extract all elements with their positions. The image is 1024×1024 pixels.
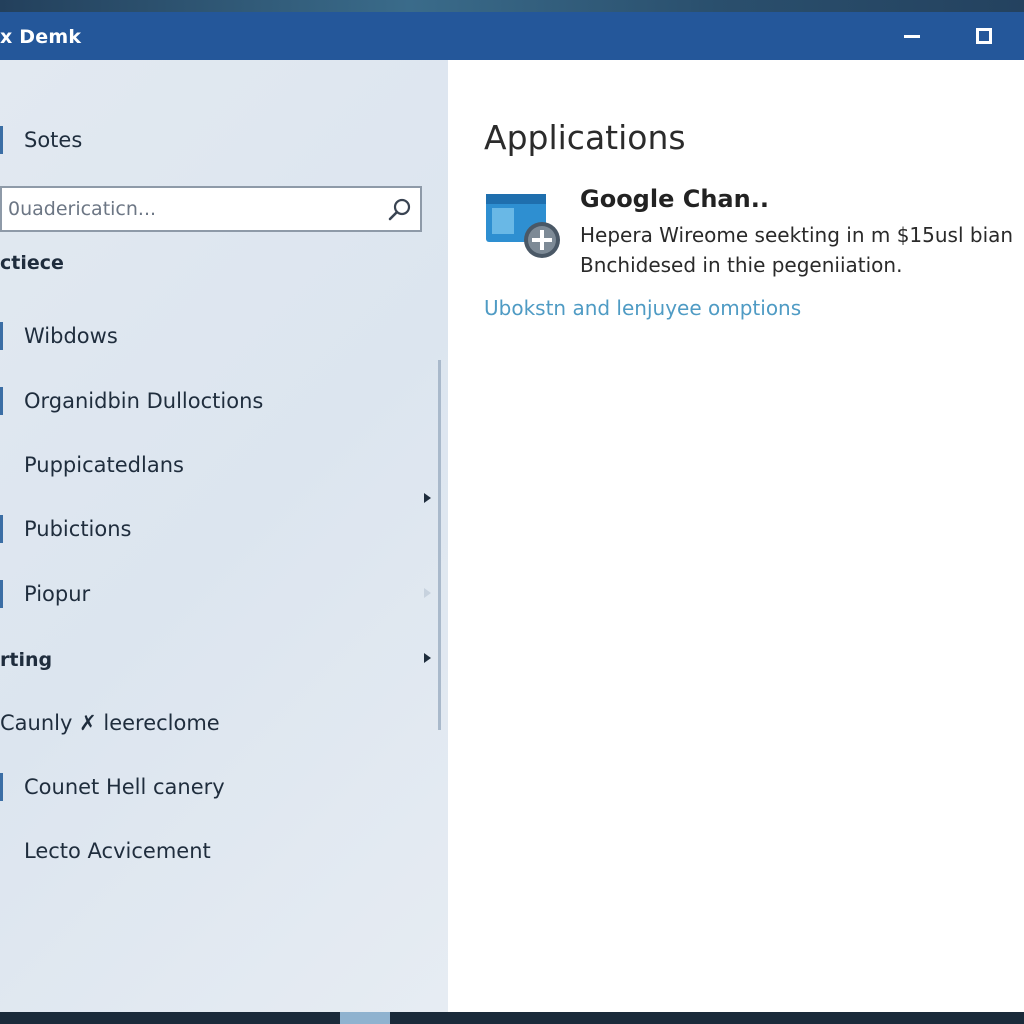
sidebar-item-label: Lecto Acvicement [24, 839, 211, 863]
sidebar-item-country[interactable]: Caunly ✗ leereclome [0, 703, 420, 743]
chevron-right-icon[interactable] [424, 653, 431, 663]
item-marker [0, 773, 3, 801]
taskbar-indicator [340, 1012, 390, 1024]
sidebar-item-popular[interactable]: Piopur [0, 574, 420, 614]
chevron-right-icon [424, 588, 431, 598]
title-bar: x Demk [0, 12, 1024, 60]
maximize-icon [976, 28, 992, 44]
sidebar: Sotes ctiece Wibdows Organidbin Dullocti… [0, 60, 448, 1012]
minimize-button[interactable] [894, 20, 930, 52]
sidebar-item-label: Piopur [24, 582, 91, 606]
section-header-1: ctiece [0, 248, 420, 278]
sidebar-item-label: Pubictions [24, 517, 132, 541]
minimize-icon [904, 34, 920, 38]
sidebar-item-counet[interactable]: Counet Hell canery [0, 767, 420, 807]
app-add-icon[interactable] [484, 190, 564, 262]
sidebar-item-applications[interactable]: Puppicatedlans [0, 445, 420, 485]
search-icon[interactable] [386, 196, 414, 224]
maximize-button[interactable] [966, 20, 1002, 52]
section-header-2: rting [0, 645, 420, 675]
sidebar-item-organization[interactable]: Organidbin Dulloctions [0, 381, 420, 421]
item-marker [0, 387, 3, 415]
section-header-label: rting [0, 649, 53, 671]
sidebar-item-publications[interactable]: Pubictions [0, 509, 420, 549]
item-marker [0, 515, 3, 543]
selection-marker [0, 126, 3, 154]
section-header-label: ctiece [0, 252, 64, 274]
content-pane: Applications Google Chan.. Hepera Wireom… [448, 60, 1024, 1012]
search-box[interactable] [0, 186, 422, 232]
taskbar-strip [0, 1012, 1024, 1024]
desktop-top-strip [0, 0, 1024, 12]
item-marker [0, 580, 3, 608]
settings-window: x Demk Sotes ctiece Wibdows [0, 12, 1024, 1012]
window-title: x Demk [0, 26, 82, 48]
page-title: Applications [484, 118, 686, 157]
sidebar-item-lecto[interactable]: Lecto Acvicement [0, 831, 420, 871]
search-input[interactable] [8, 195, 378, 223]
sidebar-item-windows[interactable]: Wibdows [0, 316, 420, 356]
item-marker [0, 322, 3, 350]
sidebar-scrollbar[interactable] [438, 360, 441, 730]
app-description: Hepera Wireome seekting in m $15usl bian… [580, 223, 1014, 277]
sidebar-item-label: Caunly ✗ leereclome [0, 711, 220, 735]
sidebar-item-label: Counet Hell canery [24, 775, 225, 799]
sidebar-item-sotes[interactable]: Sotes [0, 120, 420, 160]
app-name[interactable]: Google Chan.. [580, 185, 769, 213]
sidebar-item-label: Wibdows [24, 324, 118, 348]
sidebar-item-label: Organidbin Dulloctions [24, 389, 264, 413]
sidebar-item-label: Sotes [24, 128, 83, 152]
options-link[interactable]: Ubokstn and lenjuyee omptions [484, 296, 801, 320]
chevron-right-icon[interactable] [424, 493, 431, 503]
sidebar-item-label: Puppicatedlans [24, 453, 184, 477]
